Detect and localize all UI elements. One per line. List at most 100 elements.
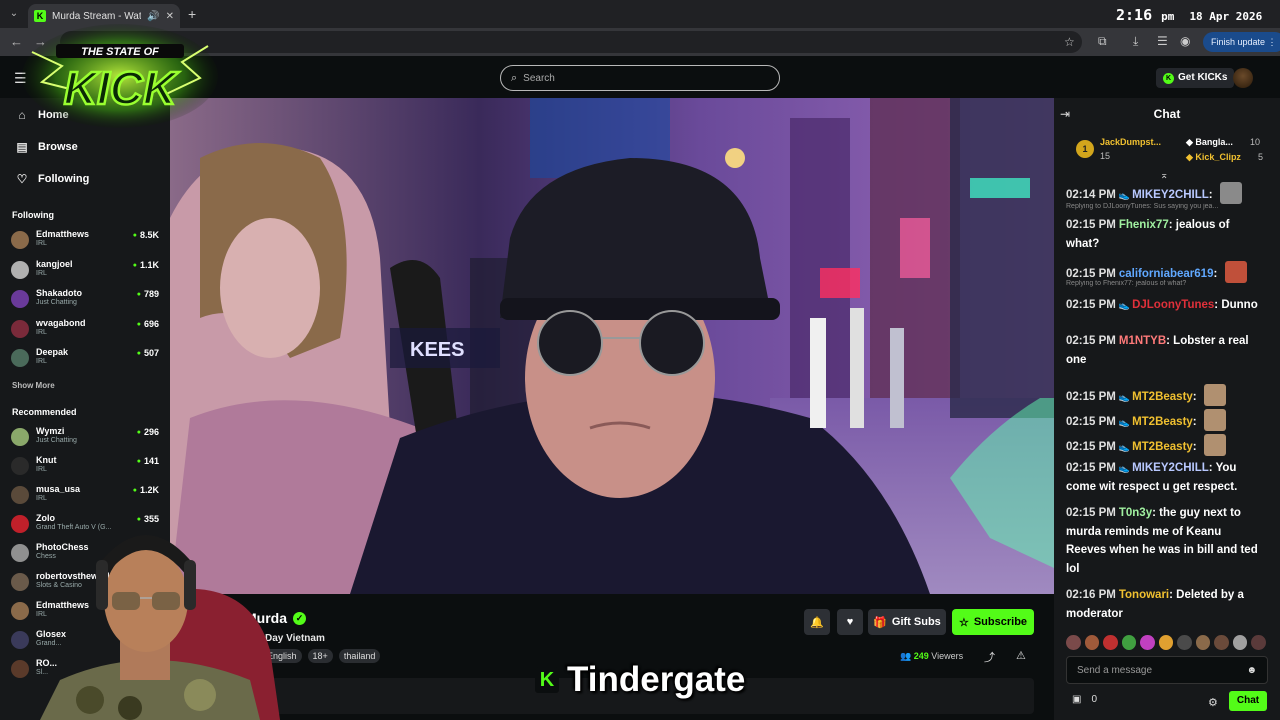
kicks-icon: ▣ (1072, 694, 1082, 705)
reply-context[interactable]: Replying to DJLoonyTunes: Sus saying you… (1066, 203, 1266, 210)
channel-viewers: 696 (137, 319, 159, 329)
svg-text:THE STATE OF: THE STATE OF (81, 46, 159, 58)
channel-viewers: 8.5K (133, 230, 159, 240)
message-username[interactable]: Tonowari (1119, 589, 1169, 601)
chat-message[interactable]: 02:15 PM T0n3y: the guy next to murda rem… (1066, 504, 1262, 578)
chat-input-box[interactable]: ☻ (1066, 656, 1268, 684)
svg-text:KICK: KICK (64, 62, 179, 114)
message-username[interactable]: MT2Beasty (1132, 441, 1193, 453)
sidebar-following[interactable]: ♡ Following (16, 172, 90, 186)
show-more-link[interactable]: Show More (12, 381, 55, 390)
emote-icon[interactable] (1103, 635, 1118, 650)
message-time: 02:15 PM (1066, 268, 1116, 280)
channel-category: IRL (36, 495, 47, 502)
message-username[interactable]: MT2Beasty (1132, 391, 1193, 403)
bookmark-star-icon[interactable]: ☆ (1064, 35, 1075, 49)
emote-icon[interactable] (1214, 635, 1229, 650)
speaker-icon[interactable]: 🔊 (147, 11, 159, 22)
notifications-button[interactable]: 🔔 (804, 609, 830, 635)
gear-icon[interactable]: ⚙ (1208, 696, 1218, 709)
finish-update-button[interactable]: Finish update ⋮ (1203, 32, 1280, 52)
tab-list-icon[interactable]: ⌄ (6, 6, 22, 22)
message-username[interactable]: Fhenix77 (1119, 219, 1169, 231)
search-input[interactable] (523, 72, 769, 84)
recommended-heading: Recommended (12, 407, 77, 417)
sidebar-channel[interactable]: DeepakIRL 507 (11, 346, 161, 372)
sidebar-channel[interactable]: ShakadotoJust Chatting 789 (11, 287, 161, 313)
chat-input[interactable] (1077, 664, 1247, 676)
chat-message[interactable]: 02:16 PM Tonowari: Deleted by a moderator (1066, 586, 1262, 623)
channel-name: Shakadoto (36, 288, 83, 298)
chat-message[interactable]: 02:15 PM 👟 MIKEY2CHILL: You come wit respe… (1066, 459, 1262, 496)
sidebar-channel[interactable]: wvagabondIRL 696 (11, 317, 161, 343)
user-avatar[interactable] (1233, 68, 1253, 88)
message-time: 02:15 PM (1066, 462, 1116, 474)
browse-label: Browse (38, 141, 78, 153)
gifter-name[interactable]: JackDumpst... (1100, 137, 1161, 147)
message-username[interactable]: T0n3y (1119, 507, 1152, 519)
gift-subs-button[interactable]: 🎁 Gift Subs (868, 609, 946, 635)
message-username[interactable]: MT2Beasty (1132, 416, 1193, 428)
close-tab-icon[interactable]: ✕ (166, 11, 174, 22)
message-username[interactable]: M1NTYB (1119, 335, 1166, 347)
gifter-name[interactable]: ◆ Kick_Clipz (1186, 152, 1241, 163)
report-icon[interactable]: ⚠ (1016, 649, 1026, 662)
reading-list-icon[interactable]: ☰ (1157, 34, 1168, 48)
share-icon[interactable]: ⤴ (984, 649, 995, 665)
sneaker-badge-icon: 👟 (1118, 442, 1131, 452)
emote-icon[interactable] (1195, 635, 1211, 650)
emote-icon[interactable] (1177, 635, 1192, 650)
send-chat-button[interactable]: Chat (1229, 691, 1267, 711)
message-text: Dunno (1221, 299, 1258, 311)
emote-icon[interactable] (1084, 635, 1100, 650)
reply-context[interactable]: Replying to Fhenix77: jealous of what? (1066, 280, 1266, 287)
chat-message[interactable]: 02:15 PM 👟 MT2Beasty: (1066, 434, 1262, 457)
channel-name: wvagabond (36, 317, 86, 328)
emote-icon[interactable] (1251, 635, 1267, 650)
pin-icon[interactable]: ⌅ (1160, 170, 1168, 181)
message-username[interactable]: californiabear619 (1119, 268, 1214, 280)
video-player[interactable]: KEES (170, 98, 1054, 594)
emote-icon[interactable] (1232, 635, 1248, 650)
subscribe-button[interactable]: ☆ Subscribe (952, 609, 1034, 635)
message-time: 02:16 PM (1066, 589, 1116, 601)
emote-icon[interactable] (1140, 635, 1155, 650)
search-bar[interactable]: ⌕ (500, 65, 780, 91)
chat-message[interactable]: 02:15 PM Fhenix77: jealous of what? (1066, 216, 1262, 253)
get-kicks-button[interactable]: K Get KICKs (1156, 68, 1235, 88)
emote-icon[interactable] (1158, 635, 1174, 650)
message-username[interactable]: MIKEY2CHILL (1132, 189, 1209, 201)
sidebar-browse[interactable]: ▤ Browse (16, 140, 78, 154)
message-time: 02:15 PM (1066, 335, 1116, 347)
sidebar-channel[interactable]: WymziJust Chatting 296 (11, 425, 161, 451)
follow-button[interactable]: ♥ (837, 609, 863, 635)
chat-message[interactable]: 02:15 PM 👟 MT2Beasty: (1066, 384, 1262, 407)
channel-name: Knut (36, 455, 57, 465)
channel-name: musa_usa (36, 484, 81, 494)
gifter-name[interactable]: ◆ Bangla... (1186, 137, 1233, 148)
following-heading: Following (12, 210, 54, 220)
extensions-icon[interactable]: ⧉ (1098, 34, 1107, 49)
chat-message[interactable]: 02:14 PM 👟 MIKEY2CHILL: (1066, 182, 1262, 205)
stream-tag[interactable]: 18+ (307, 649, 333, 663)
channel-category: IRL (36, 240, 47, 247)
new-tab-icon[interactable]: + (188, 6, 196, 22)
emote-icon[interactable] (1121, 635, 1137, 650)
channel-viewers: 507 (137, 348, 159, 358)
sidebar-channel[interactable]: KnutIRL 141 (11, 454, 161, 480)
message-username[interactable]: MIKEY2CHILL (1132, 462, 1209, 474)
emoji-icon[interactable]: ☻ (1246, 665, 1257, 676)
message-username[interactable]: DJLoonyTunes (1132, 299, 1214, 311)
stream-tag[interactable]: thailand (338, 649, 381, 663)
sidebar-channel[interactable]: EdmatthewsIRL 8.5K (11, 228, 161, 254)
video-frame: KEES (170, 98, 1054, 594)
chat-message[interactable]: 02:15 PM M1NTYB: Lobster a real one (1066, 332, 1262, 369)
chat-message[interactable]: 02:15 PM 👟 MT2Beasty: (1066, 409, 1262, 432)
download-icon[interactable]: ⤓ (1133, 34, 1138, 49)
emote-icon[interactable] (1066, 635, 1081, 650)
profile-icon[interactable]: ◉ (1180, 34, 1190, 48)
sidebar-channel[interactable]: kangjoelIRL 1.1K (11, 258, 161, 284)
webcam-overlay (40, 535, 280, 720)
sidebar-channel[interactable]: musa_usaIRL 1.2K (11, 483, 161, 509)
chat-message[interactable]: 02:15 PM 👟 DJLoonyTunes: Dunno (1066, 296, 1262, 315)
